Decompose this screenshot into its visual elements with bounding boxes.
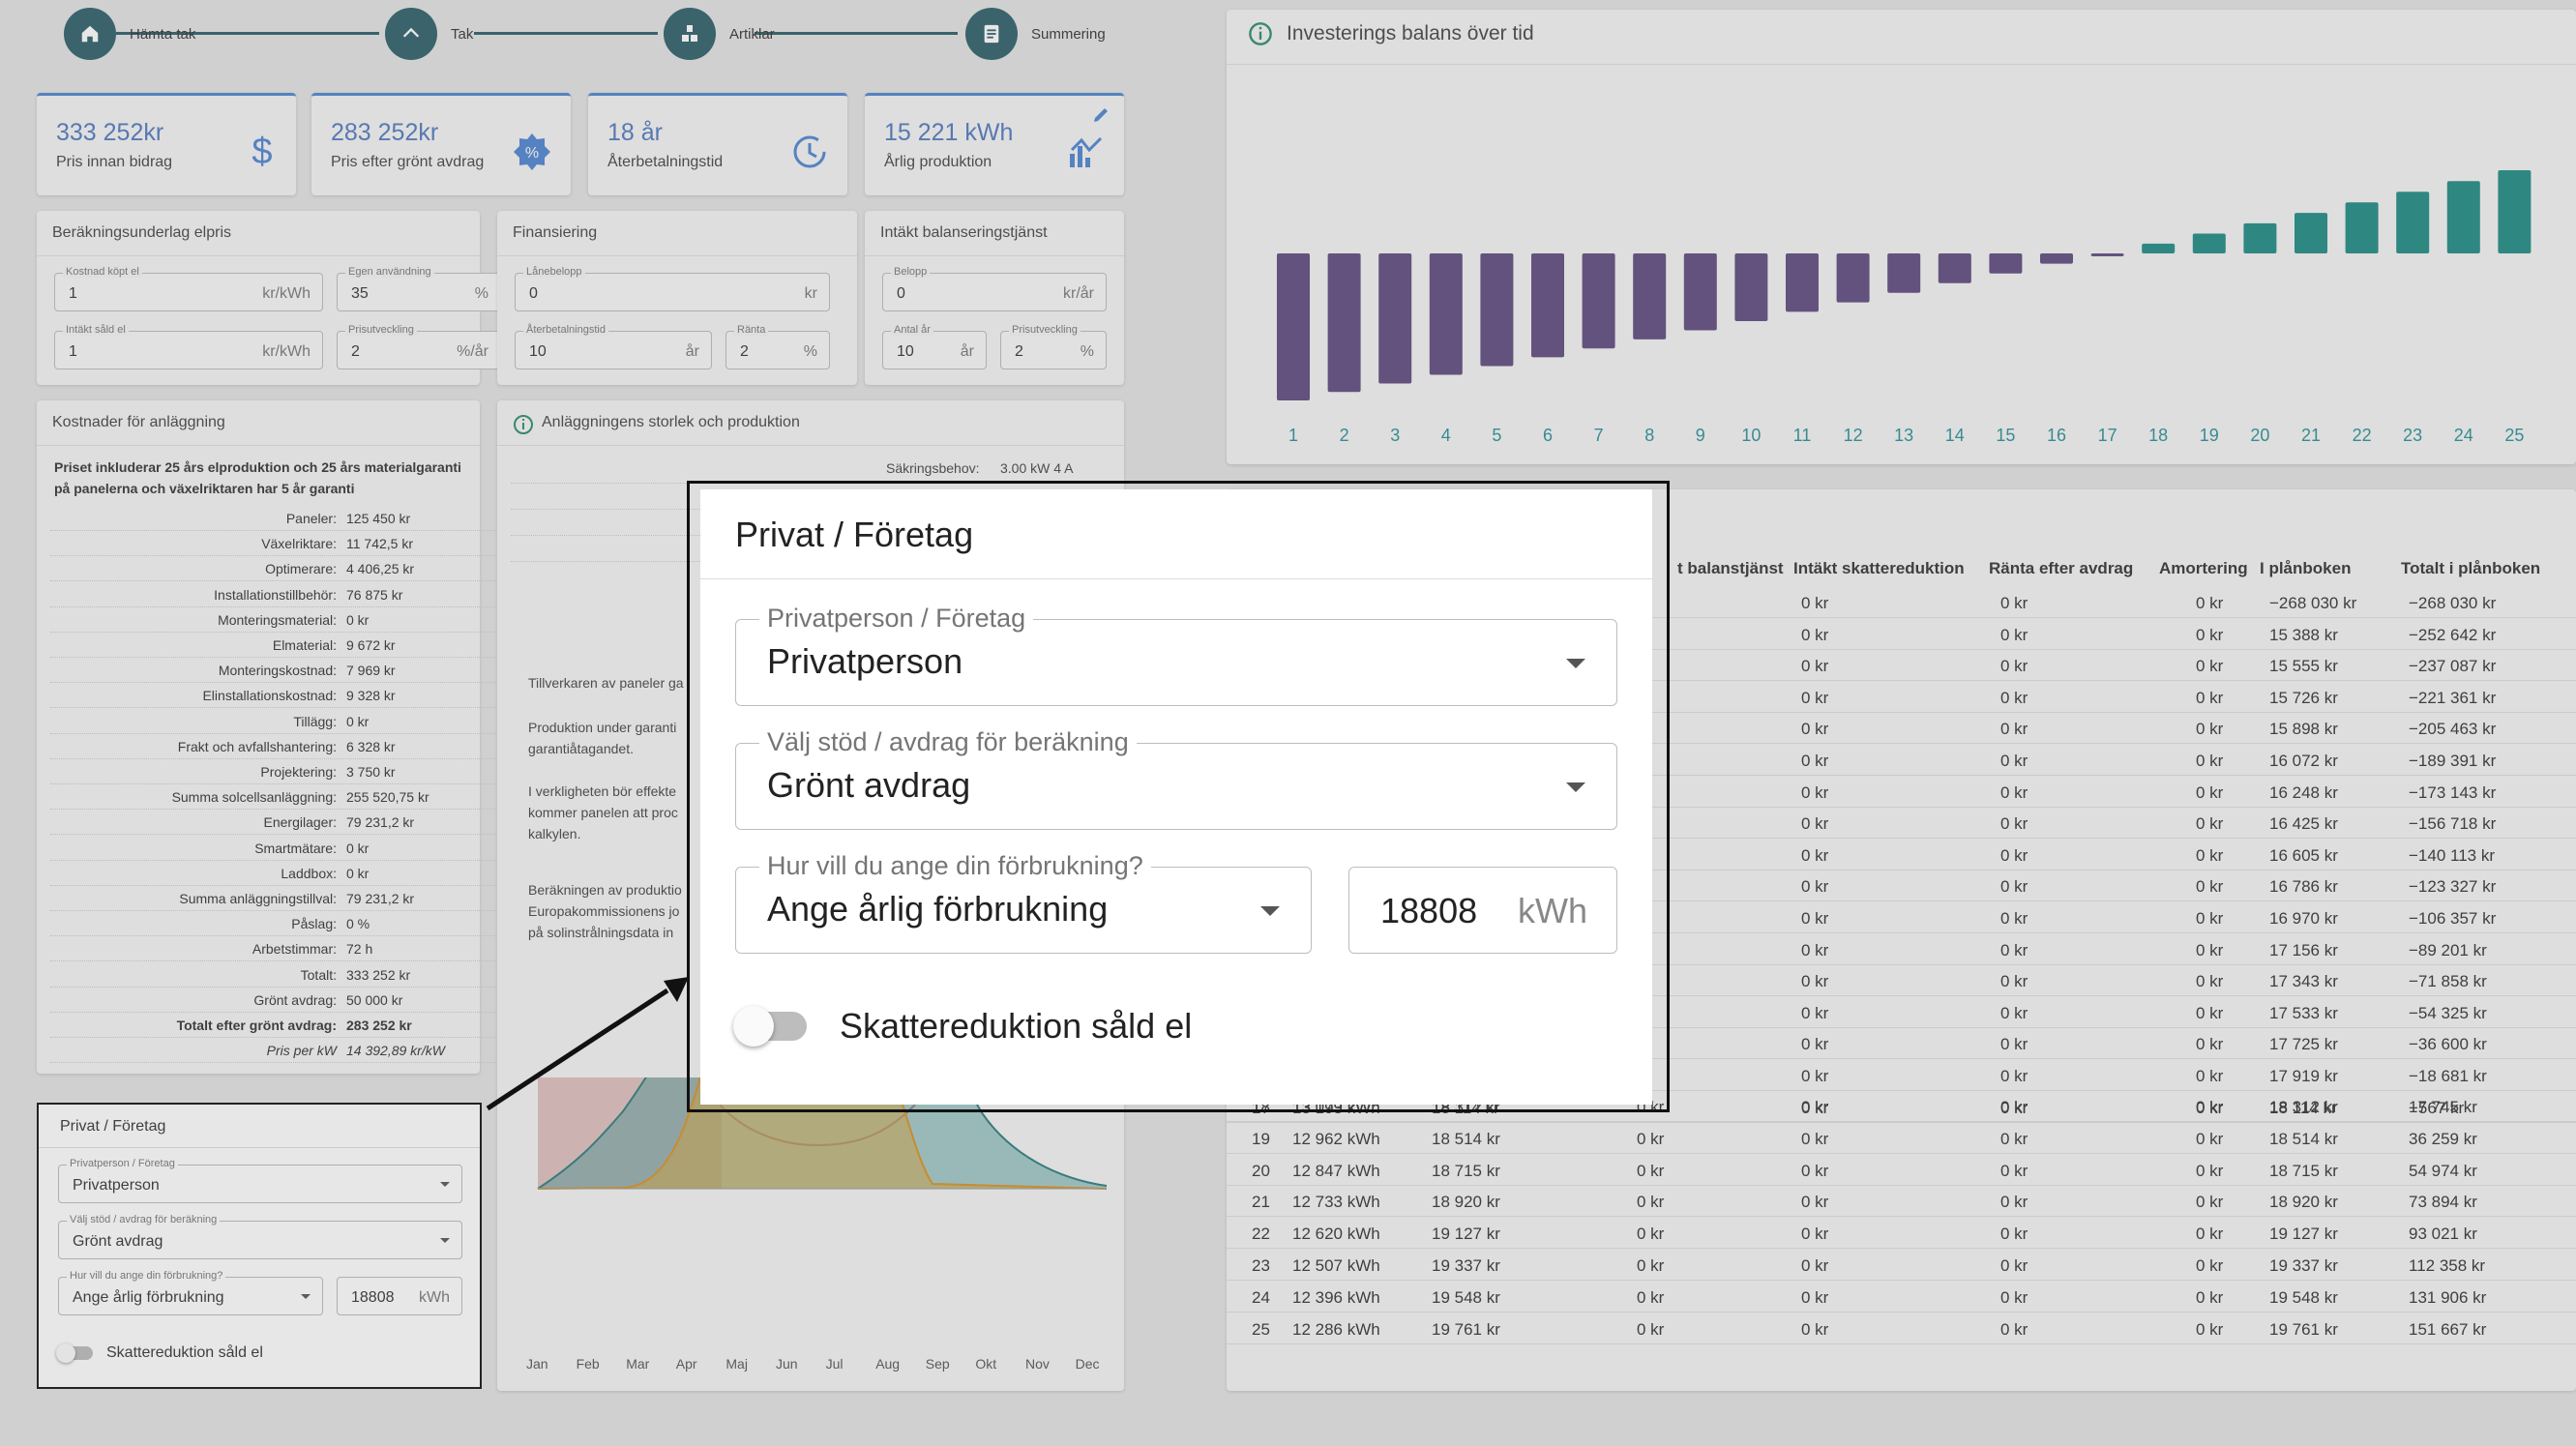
dialog-kwh-input[interactable]: 18808 kWh — [1348, 867, 1617, 954]
chevron-down-icon — [1566, 659, 1585, 668]
callout-arrow — [486, 977, 689, 1111]
chevron-down-icon — [1566, 782, 1585, 792]
privat-foretag-dialog: Privat / Företag Privatperson / Företag … — [700, 489, 1652, 1105]
field-label: Hur vill du ange din förbrukning? — [759, 851, 1151, 881]
dialog-usage-select[interactable]: Hur vill du ange din förbrukning? Ange å… — [735, 851, 1312, 954]
kwh-unit: kWh — [1518, 891, 1587, 930]
field-label: Privatperson / Företag — [759, 604, 1034, 634]
dialog-toggle-label: Skattereduktion såld el — [840, 1006, 1193, 1046]
kwh-value: 18808 — [1380, 891, 1478, 930]
chevron-down-icon — [1260, 906, 1280, 916]
field-label: Välj stöd / avdrag för beräkning — [759, 727, 1137, 757]
dialog-support-select[interactable]: Välj stöd / avdrag för beräkning Grönt a… — [735, 727, 1617, 830]
field-value: Ange årlig förbrukning — [767, 889, 1109, 929]
field-value: Grönt avdrag — [767, 765, 971, 805]
dialog-type-select[interactable]: Privatperson / Företag Privatperson — [735, 604, 1617, 706]
dialog-toggle-switch[interactable] — [733, 1006, 807, 1047]
field-value: Privatperson — [767, 641, 963, 681]
dialog-title: Privat / Företag — [735, 515, 974, 554]
